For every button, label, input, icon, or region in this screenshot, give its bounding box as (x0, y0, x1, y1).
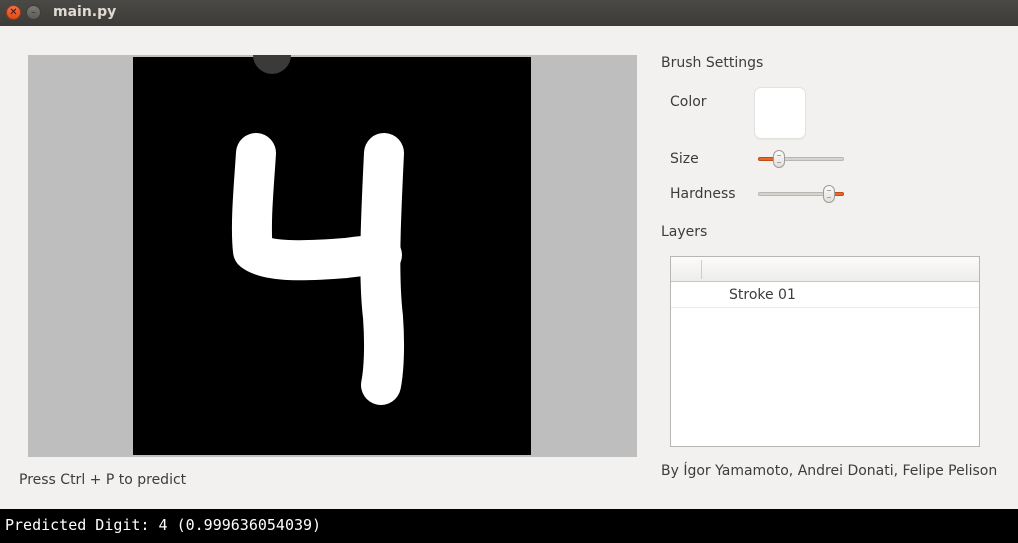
size-slider[interactable] (758, 149, 844, 169)
layers-list-header[interactable] (671, 257, 979, 282)
canvas-drawing (133, 55, 531, 455)
drawing-canvas[interactable] (28, 55, 637, 457)
hardness-slider-handle[interactable] (823, 185, 835, 203)
hardness-slider[interactable] (758, 184, 844, 204)
layers-title: Layers (661, 224, 708, 240)
main-window: Press Ctrl + P to predict Brush Settings… (0, 26, 1018, 509)
column-divider[interactable] (701, 260, 702, 279)
size-label: Size (670, 151, 699, 167)
color-swatch-button[interactable] (754, 87, 806, 139)
layer-row[interactable]: Stroke 01 (671, 283, 979, 308)
window-title: main.py (53, 4, 117, 20)
size-slider-handle[interactable] (773, 150, 785, 168)
prediction-output: Predicted Digit: 4 (0.999636054039) (5, 516, 322, 534)
layer-name: Stroke 01 (729, 287, 796, 303)
close-icon[interactable]: ✕ (6, 5, 21, 20)
title-bar: ✕ – main.py (0, 0, 1018, 26)
hardness-label: Hardness (670, 186, 736, 202)
credits-text: By Ígor Yamamoto, Andrei Donati, Felipe … (661, 463, 998, 479)
terminal-output: Predicted Digit: 4 (0.999636054039) (0, 509, 1018, 543)
predict-hint: Press Ctrl + P to predict (19, 472, 187, 488)
minimize-icon[interactable]: – (26, 5, 41, 20)
color-label: Color (670, 94, 707, 110)
layers-list[interactable]: Stroke 01 (670, 256, 980, 447)
brush-settings-title: Brush Settings (661, 55, 764, 71)
